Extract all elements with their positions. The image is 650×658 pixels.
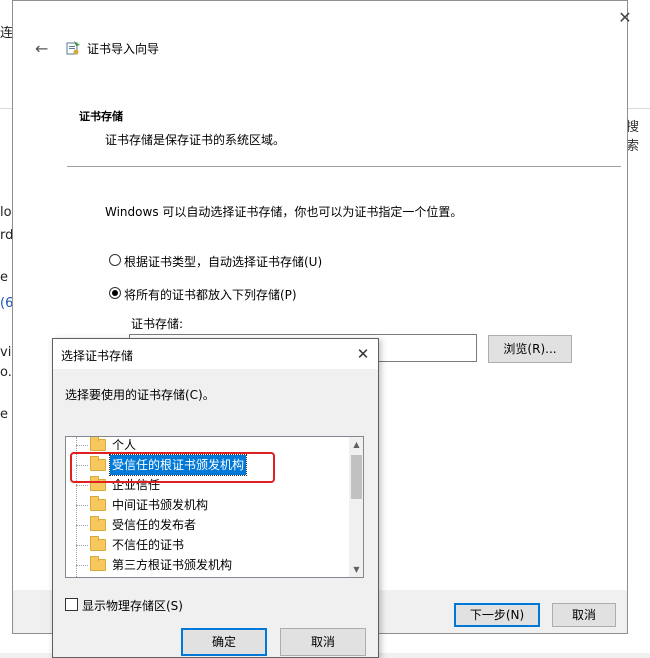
folder-icon [90, 516, 106, 531]
folder-icon [90, 496, 106, 511]
dialog-prompt: 选择要使用的证书存储(C)。 [65, 388, 215, 402]
select-certificate-store-dialog: 选择证书存储 ✕ 选择要使用的证书存储(C)。 个人 受信任的根证书颁发机构 企… [52, 338, 379, 658]
scroll-down-icon[interactable]: ▼ [349, 562, 363, 577]
radio-manual-store[interactable] [109, 287, 121, 299]
section-description: 证书存储是保存证书的系统区域。 [105, 133, 286, 147]
show-physical-stores-checkbox[interactable] [65, 598, 78, 611]
tree-item[interactable]: 中间证书颁发机构 [66, 495, 349, 515]
radio-manual-store-label[interactable]: 将所有的证书都放入下列存储(P) [124, 286, 297, 303]
back-arrow-icon[interactable]: ← [35, 39, 48, 58]
dialog-cancel-button[interactable]: 取消 [280, 628, 366, 656]
folder-icon [90, 556, 106, 571]
tree-item[interactable]: 受信任的发布者 [66, 515, 349, 535]
browse-button[interactable]: 浏览(R)... [488, 335, 572, 363]
next-button[interactable]: 下一步(N) [454, 603, 540, 627]
show-physical-stores-label[interactable]: 显示物理存储区(S) [82, 597, 183, 614]
section-divider [67, 166, 621, 167]
auto-select-description: Windows 可以自动选择证书存储，你也可以为证书指定一个位置。 [105, 205, 463, 219]
tree-item-label: 受信任的发布者 [112, 518, 197, 532]
store-field-label: 证书存储: [131, 317, 184, 331]
section-title: 证书存储 [79, 110, 123, 123]
tree-item[interactable]: 第三方根证书颁发机构 [66, 555, 349, 575]
certificate-wizard-icon [66, 41, 80, 55]
radio-auto-select[interactable] [109, 254, 121, 266]
tree-item-label: 不信任的证书 [112, 538, 185, 552]
background-text-fragment: e [0, 270, 8, 285]
annotation-highlight-box [70, 452, 275, 483]
folder-icon [90, 437, 106, 451]
background-search-fragment[interactable]: 搜索 [626, 116, 650, 154]
ok-button[interactable]: 确定 [181, 628, 267, 656]
scroll-up-icon[interactable]: ▲ [349, 437, 363, 452]
dialog-close-icon[interactable]: ✕ [351, 343, 375, 365]
wizard-title: 证书导入向导 [87, 42, 160, 56]
tree-item-label: 中间证书颁发机构 [112, 498, 209, 512]
tree-item-label: 第三方根证书颁发机构 [112, 558, 233, 572]
wizard-cancel-button[interactable]: 取消 [552, 603, 616, 627]
background-text-fragment: e [0, 407, 8, 422]
folder-icon [90, 536, 106, 551]
scroll-thumb[interactable] [351, 455, 362, 499]
dialog-title: 选择证书存储 [61, 349, 134, 363]
close-icon[interactable]: ✕ [613, 7, 637, 29]
tree-item[interactable]: 不信任的证书 [66, 535, 349, 555]
tree-scrollbar[interactable]: ▲ ▼ [349, 437, 363, 577]
radio-auto-select-label[interactable]: 根据证书类型，自动选择证书存储(U) [124, 253, 322, 270]
